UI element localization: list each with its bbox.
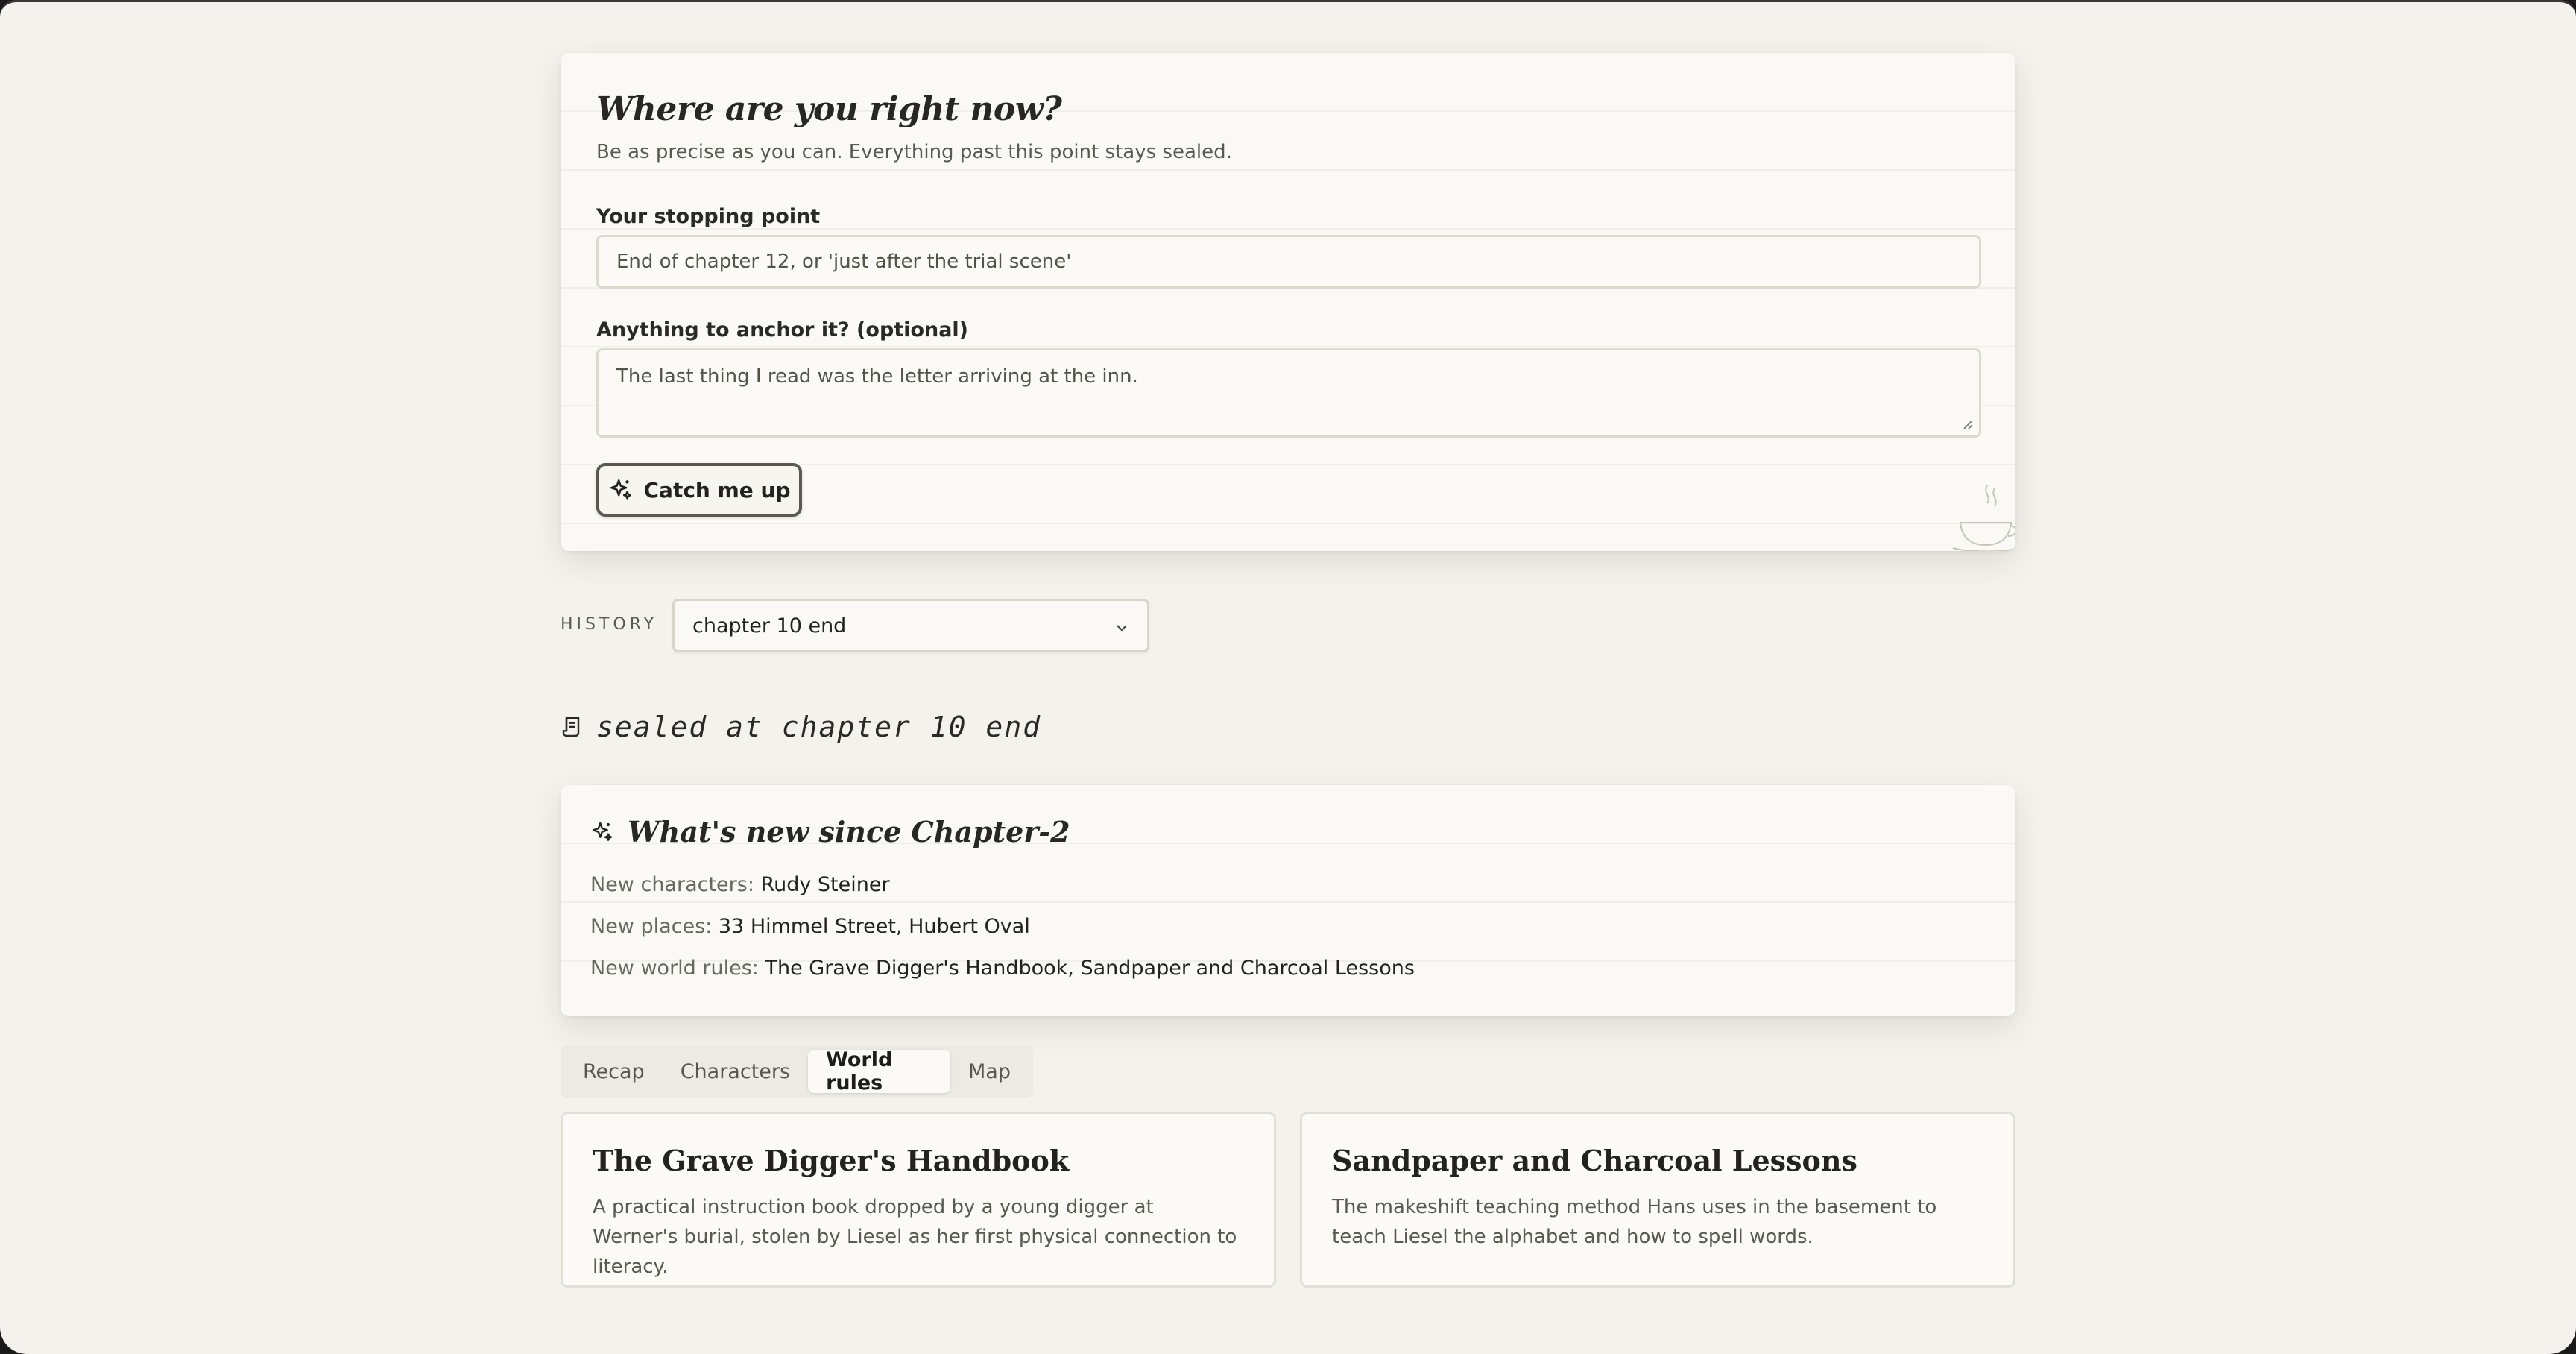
world-rule-title: Sandpaper and Charcoal Lessons: [1332, 1144, 1857, 1177]
tab-map[interactable]: Map: [950, 1050, 1029, 1093]
resize-handle-icon[interactable]: [1961, 418, 1973, 429]
stopping-point-placeholder: End of chapter 12, or 'just after the tr…: [616, 251, 1072, 273]
world-rule-description: A practical instruction book dropped by …: [593, 1196, 1237, 1278]
new-places-row: New places: 33 Himmel Street, Hubert Ova…: [590, 915, 1030, 938]
sparkles-icon: [592, 822, 613, 841]
whats-new-header: What's new since Chapter-2: [590, 815, 1070, 848]
row-value: The Grave Digger's Handbook, Sandpaper a…: [765, 957, 1415, 980]
sealed-indicator: sealed at chapter 10 end: [561, 711, 1041, 743]
sealed-text: sealed at chapter 10 end: [596, 711, 1042, 743]
app-window: Where are you right now? Be as precise a…: [0, 0, 2576, 1354]
stopping-point-input[interactable]: End of chapter 12, or 'just after the tr…: [596, 235, 1981, 289]
row-label: New characters:: [590, 873, 754, 896]
stopping-point-label: Your stopping point: [596, 205, 821, 228]
row-value: Rudy Steiner: [760, 873, 890, 896]
tab-characters[interactable]: Characters: [663, 1050, 808, 1093]
teacup-icon: [1952, 485, 2015, 551]
anchor-placeholder: The last thing I read was the letter arr…: [616, 365, 1138, 388]
catch-me-up-label: Catch me up: [643, 477, 791, 503]
new-world-rules-row: New world rules: The Grave Digger's Hand…: [590, 957, 1415, 980]
tab-recap[interactable]: Recap: [565, 1050, 663, 1093]
whats-new-card: What's new since Chapter-2 New character…: [561, 785, 2015, 1016]
sparkles-icon: [610, 479, 631, 500]
card-subtitle: Be as precise as you can. Everything pas…: [596, 141, 1232, 163]
stopping-point-card: Where are you right now? Be as precise a…: [561, 53, 2015, 551]
new-characters-row: New characters: Rudy Steiner: [590, 873, 890, 896]
world-rule-card[interactable]: The Grave Digger's Handbook A practical …: [561, 1112, 1276, 1288]
anchor-label: Anything to anchor it? (optional): [596, 318, 969, 341]
world-rule-title: The Grave Digger's Handbook: [593, 1144, 1070, 1177]
world-rule-card[interactable]: Sandpaper and Charcoal Lessons The makes…: [1300, 1112, 2015, 1288]
history-selected-value: chapter 10 end: [692, 614, 847, 637]
row-label: New places:: [590, 915, 713, 938]
card-title: Where are you right now?: [596, 90, 1062, 128]
anchor-textarea[interactable]: The last thing I read was the letter arr…: [596, 348, 1981, 438]
view-tabs: Recap Characters World rules Map: [561, 1045, 1033, 1098]
catch-me-up-button[interactable]: Catch me up: [596, 463, 802, 517]
chevron-down-icon: [1117, 625, 1127, 632]
scroll-icon: [562, 717, 580, 737]
history-select[interactable]: chapter 10 end: [672, 599, 1149, 652]
world-rule-description: The makeshift teaching method Hans uses …: [1332, 1196, 1937, 1248]
row-value: 33 Himmel Street, Hubert Oval: [718, 915, 1030, 938]
history-label: HISTORY: [561, 615, 658, 634]
tab-world-rules[interactable]: World rules: [808, 1048, 951, 1095]
row-label: New world rules:: [590, 957, 759, 980]
whats-new-title: What's new since Chapter-2: [628, 815, 1070, 848]
